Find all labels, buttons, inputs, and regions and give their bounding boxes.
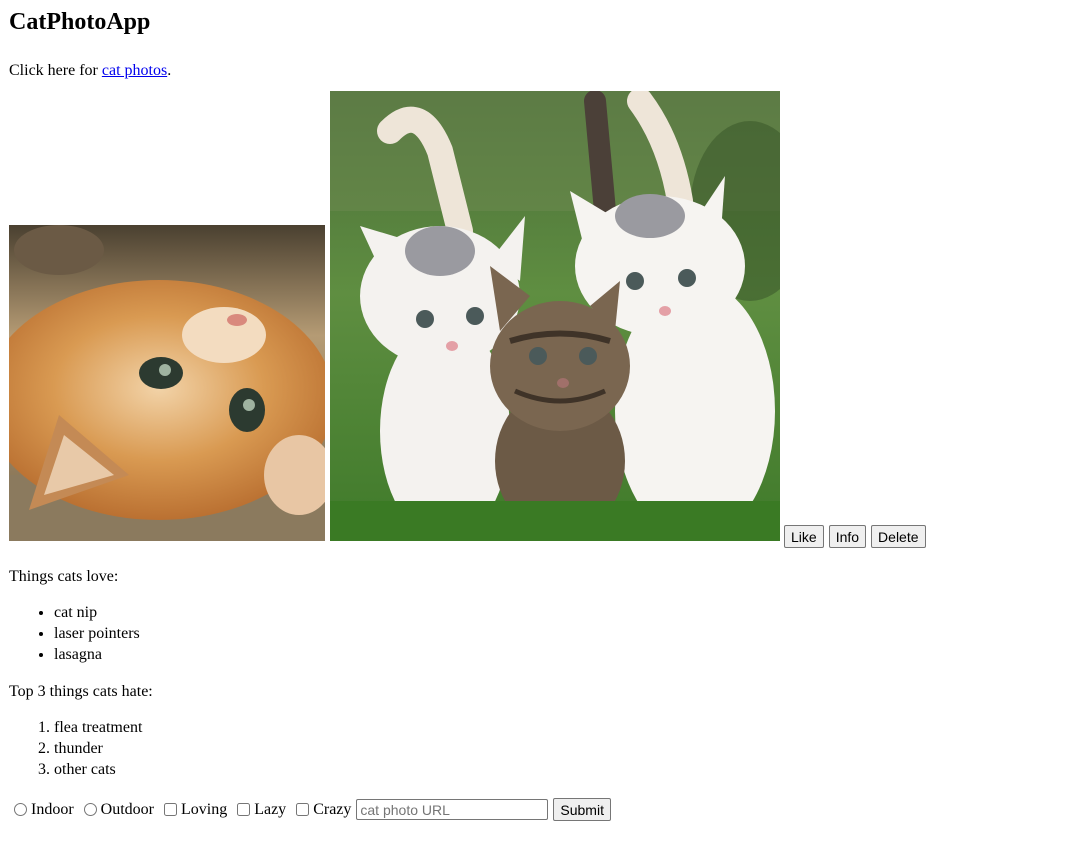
three-kittens-photo[interactable] bbox=[330, 91, 780, 541]
list-item: cat nip bbox=[54, 602, 1063, 623]
delete-button[interactable]: Delete bbox=[871, 525, 926, 548]
like-button[interactable]: Like bbox=[784, 525, 824, 548]
lazy-checkbox[interactable] bbox=[237, 803, 251, 816]
page-title: CatPhotoApp bbox=[9, 9, 151, 35]
cat-photos-link[interactable]: cat photos bbox=[102, 62, 167, 79]
photo-actions: Like Info Delete bbox=[784, 525, 931, 548]
orange-kitten-photo[interactable] bbox=[9, 225, 325, 541]
crazy-checkbox[interactable] bbox=[296, 803, 310, 816]
hates-list: flea treatment thunder other cats bbox=[9, 717, 1063, 780]
cat-photo-form: Indoor Outdoor Loving Lazy Crazy Submit bbox=[9, 798, 1063, 821]
intro-text: Click here for cat photos. bbox=[9, 62, 172, 79]
lazy-option[interactable]: Lazy bbox=[232, 801, 286, 819]
loves-heading: Things cats love: bbox=[9, 568, 119, 585]
info-button[interactable]: Info bbox=[828, 525, 867, 548]
list-item: flea treatment bbox=[54, 717, 1063, 738]
cat-photo-url-input[interactable] bbox=[356, 799, 549, 820]
loving-checkbox[interactable] bbox=[163, 803, 177, 816]
outdoor-option[interactable]: Outdoor bbox=[79, 801, 154, 819]
list-item: lasagna bbox=[54, 644, 1063, 665]
list-item: thunder bbox=[54, 738, 1063, 759]
indoor-option[interactable]: Indoor bbox=[9, 801, 74, 819]
indoor-radio[interactable] bbox=[14, 803, 27, 816]
submit-button[interactable]: Submit bbox=[553, 798, 611, 821]
list-item: other cats bbox=[54, 759, 1063, 780]
loving-option[interactable]: Loving bbox=[159, 801, 227, 819]
list-item: laser pointers bbox=[54, 623, 1063, 644]
outdoor-radio[interactable] bbox=[83, 803, 97, 816]
hates-heading: Top 3 things cats hate: bbox=[9, 683, 153, 700]
loves-list: cat nip laser pointers lasagna bbox=[9, 602, 1063, 665]
photo-row: Like Info Delete bbox=[9, 91, 1063, 548]
crazy-option[interactable]: Crazy bbox=[291, 801, 351, 819]
